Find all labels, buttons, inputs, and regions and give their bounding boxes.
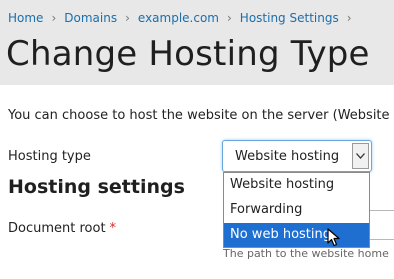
breadcrumb-separator: ›: [346, 11, 352, 25]
chevron-down-icon[interactable]: [352, 143, 369, 169]
mouse-cursor-icon: [327, 228, 340, 247]
document-root-label: Document root *: [8, 221, 116, 236]
hosting-settings-heading: Hosting settings: [8, 176, 185, 198]
option-no-web-hosting[interactable]: No web hosting: [224, 223, 369, 247]
breadcrumb-domain-link[interactable]: example.com: [138, 11, 219, 25]
breadcrumb-separator: ›: [51, 11, 57, 25]
page-header: Home › Domains › example.com › Hosting S…: [0, 0, 394, 85]
hosting-type-select[interactable]: Website hosting: [222, 140, 372, 172]
intro-text: You can choose to host the website on th…: [8, 108, 394, 123]
option-website-hosting[interactable]: Website hosting: [224, 173, 369, 197]
hosting-type-dropdown-list: Website hosting Forwarding No web hostin…: [223, 172, 370, 248]
breadcrumb: Home › Domains › example.com › Hosting S…: [8, 11, 360, 25]
hosting-type-selected-value: Website hosting: [235, 149, 340, 164]
breadcrumb-hosting-settings-link[interactable]: Hosting Settings: [240, 11, 339, 25]
breadcrumb-separator: ›: [226, 11, 232, 25]
chevron-down-icon-glyph: [356, 153, 365, 159]
required-marker: *: [109, 221, 117, 236]
breadcrumb-home-link[interactable]: Home: [8, 11, 43, 25]
breadcrumb-domains-link[interactable]: Domains: [64, 11, 117, 25]
breadcrumb-separator: ›: [125, 11, 130, 25]
document-root-label-text: Document root: [8, 221, 106, 236]
document-root-hint: The path to the website home: [223, 247, 389, 260]
option-forwarding[interactable]: Forwarding: [224, 198, 369, 222]
page-title: Change Hosting Type: [6, 34, 370, 74]
hosting-type-label: Hosting type: [8, 149, 91, 164]
document-root-input[interactable]: [368, 210, 394, 240]
